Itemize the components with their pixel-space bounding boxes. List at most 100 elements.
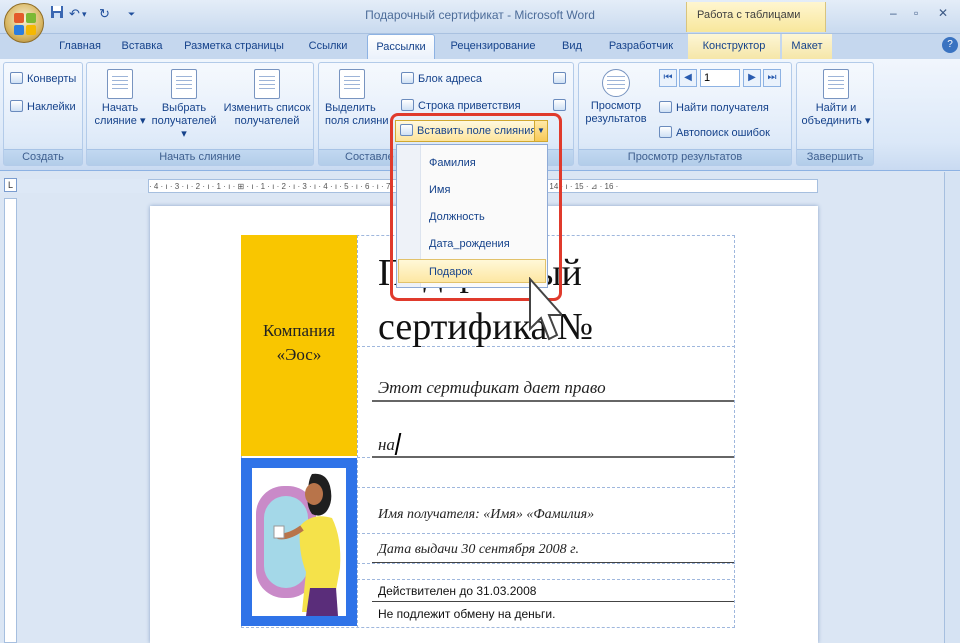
- table-border: [357, 579, 735, 580]
- last-record-icon[interactable]: ⏭: [763, 69, 781, 87]
- tab-insert[interactable]: Вставка: [114, 34, 170, 59]
- on-text[interactable]: на: [378, 435, 395, 455]
- auto-check-icon: [659, 126, 672, 138]
- highlight-fields-label-1: Выделить: [325, 102, 376, 114]
- document-icon: [107, 69, 133, 99]
- greeting-line-button[interactable]: Строка приветствия: [401, 98, 521, 114]
- ruler-margin: [0, 179, 148, 193]
- minimize-icon[interactable]: –: [890, 6, 897, 20]
- underline-3: [372, 562, 734, 563]
- group-finish-label: Завершить: [797, 149, 873, 165]
- highlight-merge-fields-button[interactable]: Выделить поля слияни: [321, 69, 389, 128]
- labels-icon: [10, 100, 23, 112]
- record-number-input[interactable]: [700, 69, 740, 87]
- tab-design[interactable]: Конструктор: [688, 34, 780, 59]
- entitles-text[interactable]: Этот сертификат дает право: [378, 378, 606, 398]
- highlight-fields-icon: [339, 69, 365, 99]
- table-border: [734, 235, 735, 628]
- start-merge-button[interactable]: Начать слияние ▾: [93, 69, 147, 128]
- preview-results-button[interactable]: Просмотр результатов: [583, 69, 649, 126]
- first-record-icon[interactable]: ⏮: [659, 69, 677, 87]
- vertical-ruler[interactable]: [4, 198, 17, 643]
- underline-1: [372, 400, 734, 402]
- issue-date-text[interactable]: Дата выдачи 30 сентября 2008 г.: [378, 542, 579, 558]
- start-merge-label-2: слияние ▾: [94, 115, 146, 127]
- finish-merge-button[interactable]: Найти и объединить ▾: [799, 69, 873, 128]
- table-tools-context-title: Работа с таблицами: [686, 2, 826, 32]
- next-record-icon[interactable]: ▶: [743, 69, 761, 87]
- find-recipient-icon: [659, 101, 672, 113]
- group-create: Конверты Наклейки Создать: [3, 62, 83, 166]
- table-border: [357, 533, 735, 534]
- previous-record-icon[interactable]: ◀: [679, 69, 697, 87]
- tab-home[interactable]: Главная: [52, 34, 108, 59]
- envelopes-button[interactable]: Конверты: [10, 71, 76, 87]
- select-recipients-label-1: Выбрать: [161, 102, 207, 114]
- tab-references[interactable]: Ссылки: [300, 34, 356, 59]
- table-border: [357, 563, 735, 564]
- edit-list-label-1: Изменить список: [223, 102, 311, 114]
- preview-label-2: результатов: [585, 113, 647, 125]
- recipient-name-field[interactable]: Имя получателя: «Имя» «Фамилия»: [378, 507, 594, 523]
- tab-view[interactable]: Вид: [554, 34, 590, 59]
- edit-list-icon: [254, 69, 280, 99]
- edit-recipient-list-button[interactable]: Изменить список получателей: [221, 69, 313, 128]
- address-block-icon: [401, 72, 414, 84]
- vertical-scrollbar[interactable]: [944, 172, 960, 643]
- tab-layout[interactable]: Макет: [782, 34, 832, 59]
- preview-label-1: Просмотр: [590, 100, 642, 112]
- tab-developer[interactable]: Разработчик: [600, 34, 682, 59]
- greeting-line-icon: [401, 99, 414, 111]
- company-cell[interactable]: Компания «Эос»: [241, 235, 357, 456]
- envelope-icon: [10, 72, 23, 84]
- no-exchange-text[interactable]: Не подлежит обмену на деньги.: [378, 607, 555, 621]
- close-icon[interactable]: ✕: [938, 6, 948, 20]
- finish-merge-icon: [823, 69, 849, 99]
- greeting-line-label: Строка приветствия: [418, 100, 521, 112]
- highlight-fields-label-2: поля слияни: [325, 115, 389, 127]
- group-preview: Просмотр результатов ⏮ ◀ ▶ ⏭ Найти получ…: [578, 62, 792, 166]
- highlight-frame: [390, 113, 562, 301]
- underline-4: [372, 601, 734, 602]
- underline-2: [372, 456, 734, 458]
- office-logo-icon: [14, 13, 36, 35]
- envelopes-label: Конверты: [27, 73, 77, 85]
- company-name-line1: Компания: [262, 321, 336, 340]
- mouse-pointer-icon: [528, 276, 565, 350]
- auto-check-errors-button[interactable]: Автопоиск ошибок: [659, 125, 770, 141]
- tab-selector[interactable]: L: [4, 178, 17, 192]
- select-recipients-label-2: получателей ▾: [151, 115, 217, 140]
- table-border: [357, 235, 358, 628]
- tab-mailings[interactable]: Рассылки: [367, 34, 435, 59]
- table-border: [357, 487, 735, 488]
- company-name-line2: «Эос»: [276, 345, 322, 364]
- auto-check-label: Автопоиск ошибок: [676, 127, 770, 139]
- tab-review[interactable]: Рецензирование: [442, 34, 544, 59]
- start-merge-label-1: Начать: [101, 102, 139, 114]
- group-finish: Найти и объединить ▾ Завершить: [796, 62, 874, 166]
- woman-clipart-image: [252, 468, 346, 616]
- recipients-icon: [171, 69, 197, 99]
- match-fields-icon[interactable]: [553, 98, 566, 114]
- find-recipient-label: Найти получателя: [676, 102, 769, 114]
- office-button[interactable]: [4, 3, 44, 43]
- valid-until-text[interactable]: Действителен до 31.03.2008: [378, 584, 536, 598]
- group-start-merge: Начать слияние ▾ Выбрать получателей ▾ И…: [86, 62, 314, 166]
- help-icon[interactable]: ?: [942, 37, 958, 53]
- image-cell[interactable]: [241, 458, 357, 626]
- find-recipient-button[interactable]: Найти получателя: [659, 100, 769, 116]
- address-block-button[interactable]: Блок адреса: [401, 71, 482, 87]
- group-start-merge-label: Начать слияние: [87, 149, 313, 165]
- group-preview-label: Просмотр результатов: [579, 149, 791, 165]
- magnifier-icon: [602, 69, 630, 97]
- finish-label-2: объединить ▾: [801, 115, 871, 127]
- finish-label-1: Найти и: [815, 102, 857, 114]
- address-block-label: Блок адреса: [418, 73, 483, 85]
- tab-page-layout[interactable]: Разметка страницы: [178, 34, 290, 59]
- labels-label: Наклейки: [27, 101, 76, 113]
- table-border: [241, 627, 735, 628]
- rules-icon[interactable]: [553, 71, 566, 87]
- restore-icon[interactable]: ▫: [914, 6, 918, 20]
- labels-button[interactable]: Наклейки: [10, 99, 76, 115]
- select-recipients-button[interactable]: Выбрать получателей ▾: [149, 69, 219, 141]
